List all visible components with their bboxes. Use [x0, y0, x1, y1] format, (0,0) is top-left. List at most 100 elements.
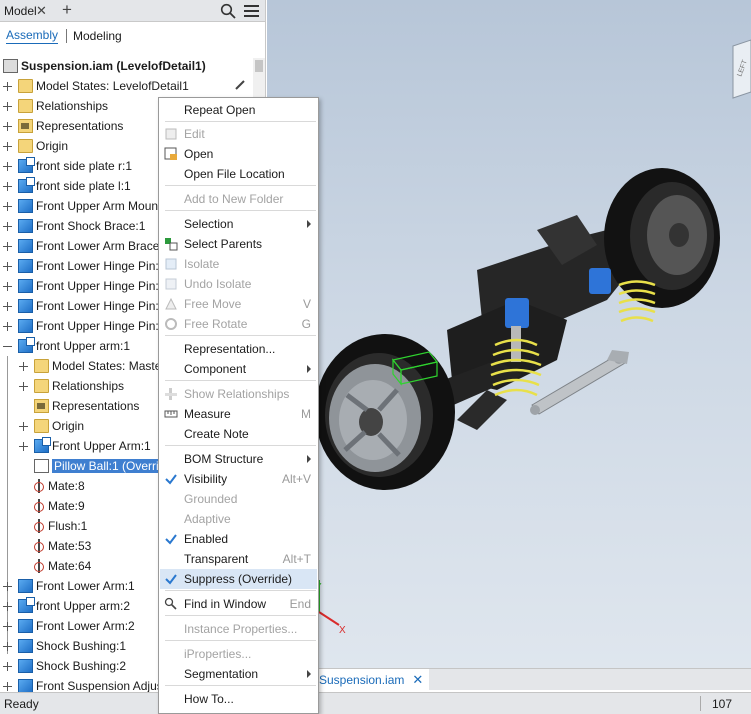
- viewcube[interactable]: LEFT: [732, 39, 751, 99]
- tree-subitem-mate[interactable]: Mate:9: [19, 496, 85, 516]
- tree-item-component[interactable]: Front Lower Arm Brace:1: [3, 236, 169, 256]
- expand-icon[interactable]: [3, 142, 12, 151]
- expand-icon[interactable]: [3, 222, 12, 231]
- expand-icon[interactable]: [3, 282, 12, 291]
- graphics-viewport[interactable]: LEFT X: [267, 0, 751, 668]
- menu-item-bom-structure[interactable]: BOM Structure: [160, 449, 317, 469]
- menu-item-measure[interactable]: Measure M: [160, 404, 317, 424]
- menu-item-show-relationships[interactable]: Show Relationships: [160, 384, 317, 404]
- menu-item-visibility[interactable]: Visibility Alt+V: [160, 469, 317, 489]
- menu-item-suppress-override[interactable]: Suppress (Override): [160, 569, 317, 589]
- hamburger-menu-icon[interactable]: [244, 4, 259, 18]
- tab-modeling[interactable]: Modeling: [73, 29, 122, 43]
- tree-item-component[interactable]: front side plate r:1: [3, 156, 132, 176]
- tree-subitem-mate[interactable]: Mate:53: [19, 536, 91, 556]
- tree-subitem-representations[interactable]: Representations: [19, 396, 139, 416]
- menu-item-open[interactable]: Open: [160, 144, 317, 164]
- menu-item-adaptive[interactable]: Adaptive: [160, 509, 317, 529]
- tree-subitem-mate[interactable]: Mate:8: [19, 476, 85, 496]
- tree-item-component[interactable]: front Upper arm:2: [3, 596, 130, 616]
- expand-icon[interactable]: [19, 422, 28, 431]
- expand-icon[interactable]: [3, 202, 12, 211]
- close-icon[interactable]: ✕: [36, 3, 47, 19]
- expand-icon[interactable]: [3, 642, 12, 651]
- search-icon[interactable]: [220, 3, 236, 19]
- expand-icon[interactable]: [3, 302, 12, 311]
- menu-item-free-rotate[interactable]: Free Rotate G: [160, 314, 317, 334]
- expand-icon[interactable]: [3, 582, 12, 591]
- menu-separator: [165, 615, 316, 616]
- tab-assembly[interactable]: Assembly: [6, 28, 59, 44]
- expand-icon[interactable]: [19, 362, 28, 371]
- menu-item-grounded[interactable]: Grounded: [160, 489, 317, 509]
- document-tab-label[interactable]: Suspension.iam: [319, 673, 404, 687]
- expand-icon[interactable]: [3, 162, 12, 171]
- menu-item-repeat-open[interactable]: Repeat Open: [160, 100, 317, 120]
- tree-item-component[interactable]: Front Lower Arm:2: [3, 616, 135, 636]
- menu-item-create-note[interactable]: Create Note: [160, 424, 317, 444]
- expand-icon[interactable]: [3, 322, 12, 331]
- tree-subitem-model-states[interactable]: Model States: Master: [19, 356, 165, 376]
- menu-item-select-parents[interactable]: Select Parents: [160, 234, 317, 254]
- tree-subitem-origin[interactable]: Origin: [19, 416, 84, 436]
- menu-item-isolate[interactable]: Isolate: [160, 254, 317, 274]
- menu-item-how-to[interactable]: How To...: [160, 689, 317, 709]
- expand-icon[interactable]: [19, 382, 28, 391]
- expand-icon[interactable]: [3, 122, 12, 131]
- menu-item-find-in-window[interactable]: Find in Window End: [160, 594, 317, 614]
- tree-item-component[interactable]: Shock Bushing:2: [3, 656, 126, 676]
- tree-item-origin[interactable]: Origin: [3, 136, 68, 156]
- menu-item-selection[interactable]: Selection: [160, 214, 317, 234]
- tree-subitem-pillow-ball-selected[interactable]: Pillow Ball:1 (Override): [19, 456, 179, 476]
- expand-icon[interactable]: [3, 662, 12, 671]
- collapse-icon[interactable]: [3, 342, 12, 351]
- menu-item-enabled[interactable]: Enabled: [160, 529, 317, 549]
- suspension-model-render[interactable]: LEFT X: [267, 0, 751, 668]
- expand-icon[interactable]: [3, 102, 12, 111]
- menu-item-edit[interactable]: Edit: [160, 124, 317, 144]
- expand-icon[interactable]: [19, 442, 28, 451]
- menu-item-label: BOM Structure: [184, 452, 264, 466]
- tree-root[interactable]: Suspension.iam (LevelofDetail1): [3, 56, 206, 76]
- pencil-icon[interactable]: [235, 80, 245, 90]
- tree-item-component[interactable]: Shock Bushing:1: [3, 636, 126, 656]
- expand-icon[interactable]: [3, 262, 12, 271]
- tree-subitem-flush[interactable]: Flush:1: [19, 516, 87, 536]
- tree-item-component[interactable]: Front Lower Hinge Pin:2: [3, 296, 165, 316]
- tree-item-relationships[interactable]: Relationships: [3, 96, 108, 116]
- menu-item-free-move[interactable]: Free Move V: [160, 294, 317, 314]
- tree-item-component[interactable]: Front Upper Hinge Pin:1: [3, 276, 165, 296]
- tree-item-component[interactable]: Front Upper Arm Mount:1: [3, 196, 171, 216]
- expand-icon[interactable]: [3, 182, 12, 191]
- tree-item-label: Model States: LevelofDetail1: [36, 79, 189, 93]
- menu-item-add-to-new-folder[interactable]: Add to New Folder: [160, 189, 317, 209]
- menu-item-transparent[interactable]: Transparent Alt+T: [160, 549, 317, 569]
- menu-item-undo-isolate[interactable]: Undo Isolate: [160, 274, 317, 294]
- menu-item-open-file-location[interactable]: Open File Location: [160, 164, 317, 184]
- tree-item-component[interactable]: Front Lower Arm:1: [3, 576, 135, 596]
- menu-item-representation[interactable]: Representation...: [160, 339, 317, 359]
- tree-item-component[interactable]: Front Upper Hinge Pin:2: [3, 316, 165, 336]
- document-tab[interactable]: Suspension.iam ✕: [313, 669, 430, 691]
- menu-item-iproperties[interactable]: iProperties...: [160, 644, 317, 664]
- add-icon[interactable]: +: [62, 0, 72, 20]
- tree-subitem-relationships[interactable]: Relationships: [19, 376, 124, 396]
- expand-icon[interactable]: [3, 682, 12, 691]
- close-tab-icon[interactable]: ✕: [412, 672, 423, 688]
- menu-item-instance-properties[interactable]: Instance Properties...: [160, 619, 317, 639]
- tree-subitem-mate[interactable]: Mate:64: [19, 556, 91, 576]
- expand-icon[interactable]: [3, 242, 12, 251]
- tree-item-front-upper-arm-expanded[interactable]: front Upper arm:1: [3, 336, 130, 356]
- scrollbar-thumb[interactable]: [255, 60, 263, 72]
- tree-item-component[interactable]: front side plate l:1: [3, 176, 131, 196]
- tree-subitem-component[interactable]: Front Upper Arm:1: [19, 436, 151, 456]
- menu-item-component[interactable]: Component: [160, 359, 317, 379]
- tree-item-representations[interactable]: Representations: [3, 116, 123, 136]
- tree-item-model-states[interactable]: Model States: LevelofDetail1: [3, 76, 189, 96]
- tree-item-component[interactable]: Front Shock Brace:1: [3, 216, 145, 236]
- expand-icon[interactable]: [3, 602, 12, 611]
- expand-icon[interactable]: [3, 622, 12, 631]
- tree-item-component[interactable]: Front Lower Hinge Pin:1: [3, 256, 165, 276]
- menu-item-segmentation[interactable]: Segmentation: [160, 664, 317, 684]
- expand-icon[interactable]: [3, 82, 12, 91]
